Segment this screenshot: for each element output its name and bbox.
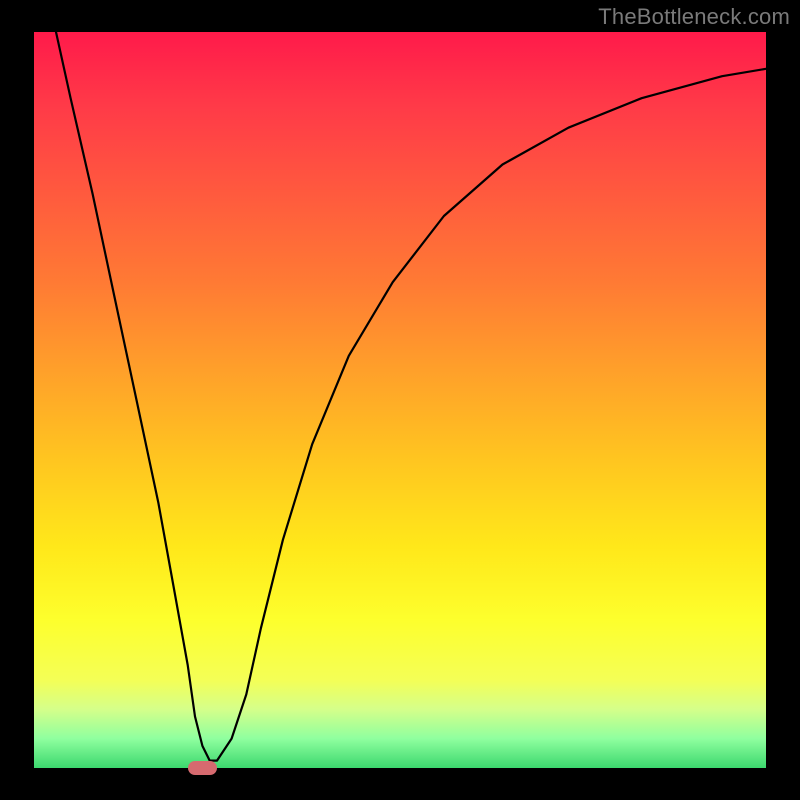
bottleneck-curve	[56, 32, 766, 761]
chart-frame: TheBottleneck.com	[0, 0, 800, 800]
plot-area	[34, 32, 766, 768]
optimal-point-marker	[188, 761, 217, 776]
watermark-text: TheBottleneck.com	[598, 4, 790, 30]
curve-layer	[34, 32, 766, 768]
